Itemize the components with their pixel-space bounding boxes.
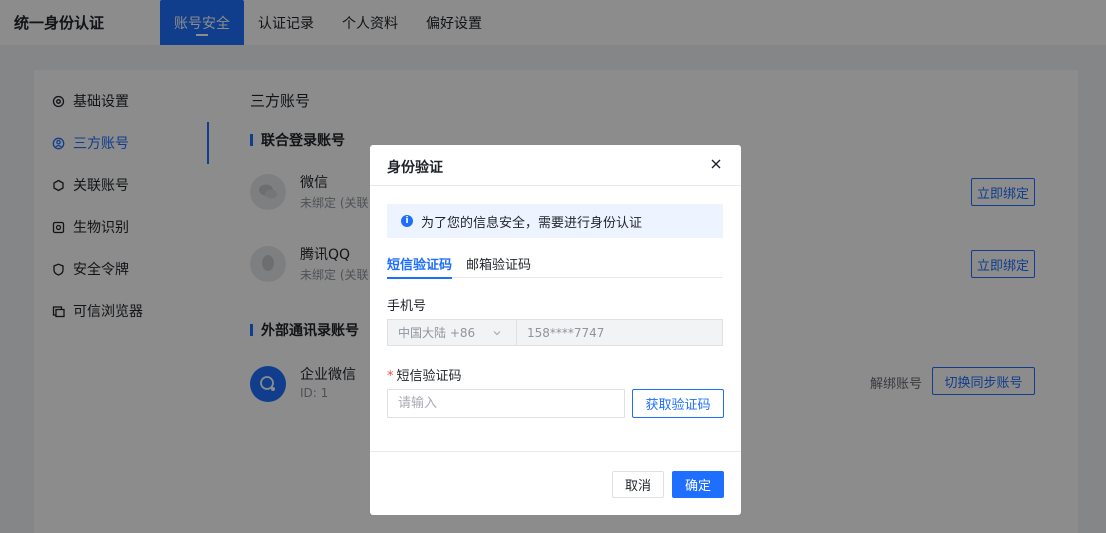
country-code-select[interactable]: 中国大陆 +86: [387, 319, 517, 346]
dialog-header: 身份验证: [370, 145, 741, 186]
notice-text: 为了您的信息安全，需要进行身份认证: [421, 215, 643, 231]
sms-code-label: * 短信验证码: [387, 365, 462, 384]
cancel-button[interactable]: 取消: [612, 471, 664, 498]
phone-field-group: 中国大陆 +86 158****7747: [387, 319, 723, 346]
tab-email-code[interactable]: 邮箱验证码: [466, 248, 531, 278]
phone-number-field[interactable]: 158****7747: [517, 319, 723, 346]
chevron-down-icon: [492, 327, 502, 341]
tab-sms-code[interactable]: 短信验证码: [387, 248, 453, 279]
dialog-title: 身份验证: [387, 160, 443, 176]
verification-tabs: 短信验证码 邮箱验证码: [387, 248, 723, 279]
phone-label: 手机号: [387, 299, 427, 314]
country-code-value: 中国大陆 +86: [398, 326, 476, 340]
info-notice: i 为了您的信息安全，需要进行身份认证: [387, 204, 723, 238]
identity-verification-dialog: 身份验证 i 为了您的信息安全，需要进行身份认证 短信验证码 邮箱验证码 手机号…: [370, 145, 741, 515]
sms-code-input[interactable]: [387, 389, 625, 418]
get-code-button[interactable]: 获取验证码: [632, 389, 724, 418]
confirm-button[interactable]: 确定: [672, 471, 724, 498]
close-icon[interactable]: [707, 155, 725, 173]
required-mark: *: [387, 369, 394, 384]
sms-code-label-text: 短信验证码: [396, 369, 462, 384]
dialog-footer-divider: [370, 451, 741, 452]
info-icon: i: [401, 215, 413, 227]
